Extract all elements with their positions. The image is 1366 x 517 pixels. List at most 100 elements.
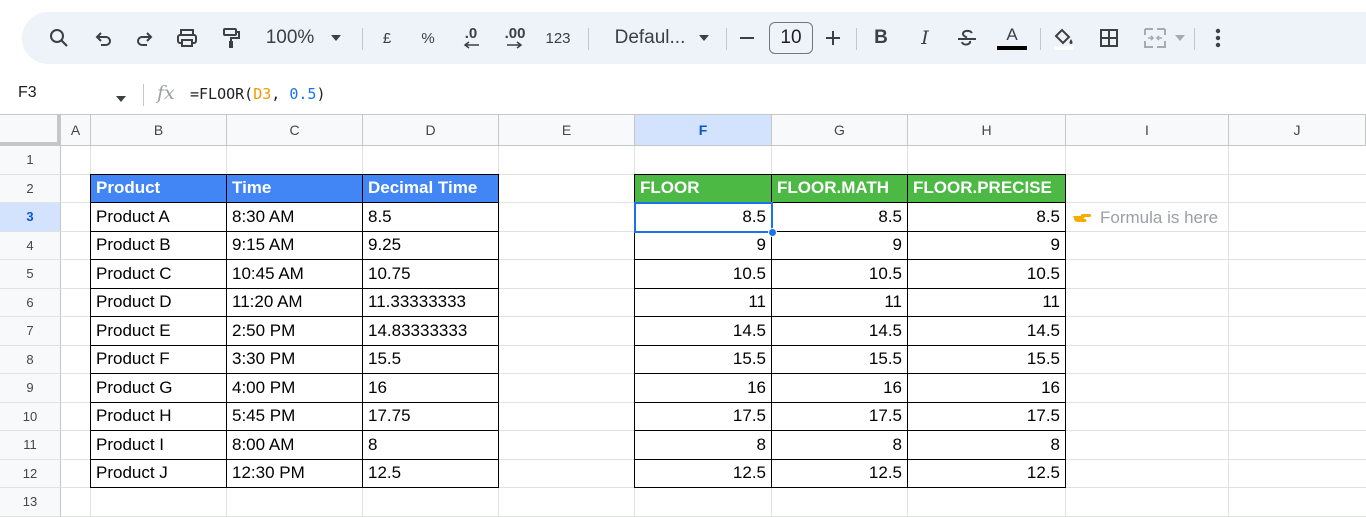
right-table-cell[interactable]: 16 bbox=[635, 374, 772, 403]
right-table-cell[interactable]: 8 bbox=[772, 431, 908, 460]
bold-button[interactable]: B bbox=[868, 12, 894, 64]
strikethrough-icon[interactable] bbox=[954, 12, 980, 64]
right-table-cell[interactable]: 12.5 bbox=[772, 459, 908, 488]
left-table-cell[interactable]: 10.75 bbox=[363, 260, 499, 289]
right-table-header[interactable]: FLOOR bbox=[635, 174, 772, 203]
left-table-cell[interactable]: 12:30 PM bbox=[227, 459, 363, 488]
right-table-header[interactable]: FLOOR.MATH bbox=[772, 174, 908, 203]
search-icon[interactable] bbox=[44, 12, 74, 64]
right-table-cell[interactable]: 8 bbox=[635, 431, 772, 460]
column-header-i[interactable]: I bbox=[1066, 115, 1229, 146]
left-table-cell[interactable]: 11.33333333 bbox=[363, 288, 499, 317]
row-header-12[interactable]: 12 bbox=[0, 459, 61, 488]
left-table-cell[interactable]: 10:45 AM bbox=[227, 260, 363, 289]
left-table-cell[interactable]: Product J bbox=[91, 459, 227, 488]
right-table-cell[interactable]: 11 bbox=[772, 288, 908, 317]
row-header-11[interactable]: 11 bbox=[0, 431, 61, 460]
left-table-cell[interactable]: 8 bbox=[363, 431, 499, 460]
right-table-cell[interactable]: 10.5 bbox=[908, 260, 1066, 289]
currency-format-button[interactable]: £ bbox=[374, 12, 400, 64]
right-table-header[interactable]: FLOOR.PRECISE bbox=[908, 174, 1066, 203]
row-header-8[interactable]: 8 bbox=[0, 345, 61, 374]
left-table-cell[interactable]: Product H bbox=[91, 402, 227, 431]
merge-cells-icon[interactable] bbox=[1138, 12, 1172, 64]
percent-format-button[interactable]: % bbox=[415, 12, 441, 64]
formula-input[interactable]: =FLOOR(D3, 0.5) bbox=[190, 85, 325, 103]
row-header-6[interactable]: 6 bbox=[0, 288, 61, 317]
font-family-select[interactable]: Defaul... bbox=[600, 12, 700, 64]
column-header-a[interactable]: A bbox=[61, 115, 91, 146]
fill-color-icon[interactable] bbox=[1048, 12, 1080, 64]
row-header-10[interactable]: 10 bbox=[0, 402, 61, 431]
left-table-cell[interactable]: 3:30 PM bbox=[227, 345, 363, 374]
column-header-h[interactable]: H bbox=[908, 115, 1066, 146]
font-size-input[interactable]: 10 bbox=[769, 22, 813, 54]
left-table-cell[interactable]: 9.25 bbox=[363, 231, 499, 260]
left-table-cell[interactable]: 5:45 PM bbox=[227, 402, 363, 431]
italic-button[interactable]: I bbox=[912, 12, 938, 64]
decrease-decimal-button[interactable]: .0 bbox=[456, 12, 486, 64]
column-header-j[interactable]: J bbox=[1229, 115, 1366, 146]
right-table-cell[interactable]: 8.5 bbox=[635, 203, 772, 232]
row-header-7[interactable]: 7 bbox=[0, 317, 61, 346]
column-header-f[interactable]: F bbox=[635, 115, 772, 146]
row-header-2[interactable]: 2 bbox=[0, 174, 61, 203]
row-header-5[interactable]: 5 bbox=[0, 260, 61, 289]
row-header-3[interactable]: 3 bbox=[0, 203, 61, 232]
left-table-cell[interactable]: Product B bbox=[91, 231, 227, 260]
right-table-cell[interactable]: 8.5 bbox=[908, 203, 1066, 232]
row-header-9[interactable]: 9 bbox=[0, 374, 61, 403]
right-table-cell[interactable]: 12.5 bbox=[908, 459, 1066, 488]
left-table-cell[interactable]: 9:15 AM bbox=[227, 231, 363, 260]
right-table-cell[interactable]: 17.5 bbox=[635, 402, 772, 431]
left-table-header[interactable]: Time bbox=[227, 174, 363, 203]
zoom-dropdown-icon[interactable] bbox=[326, 12, 346, 64]
column-header-d[interactable]: D bbox=[363, 115, 499, 146]
row-header-1[interactable]: 1 bbox=[0, 146, 61, 175]
right-table-cell[interactable]: 9 bbox=[772, 231, 908, 260]
more-formats-button[interactable]: 123 bbox=[540, 12, 576, 64]
left-table-cell[interactable]: 4:00 PM bbox=[227, 374, 363, 403]
left-table-cell[interactable]: 8.5 bbox=[363, 203, 499, 232]
right-table-cell[interactable]: 8 bbox=[908, 431, 1066, 460]
print-icon[interactable] bbox=[172, 12, 202, 64]
zoom-select[interactable]: 100% bbox=[260, 12, 320, 64]
name-box[interactable]: F3 bbox=[18, 84, 37, 102]
right-table-cell[interactable]: 17.5 bbox=[772, 402, 908, 431]
borders-icon[interactable] bbox=[1094, 12, 1124, 64]
redo-icon[interactable] bbox=[130, 12, 160, 64]
left-table-cell[interactable]: Product I bbox=[91, 431, 227, 460]
increase-decimal-button[interactable]: .00 bbox=[498, 12, 532, 64]
right-table-cell[interactable]: 16 bbox=[908, 374, 1066, 403]
column-header-b[interactable]: B bbox=[91, 115, 227, 146]
right-table-cell[interactable]: 14.5 bbox=[635, 317, 772, 346]
right-table-cell[interactable]: 14.5 bbox=[772, 317, 908, 346]
left-table-cell[interactable]: 8:30 AM bbox=[227, 203, 363, 232]
column-header-g[interactable]: G bbox=[772, 115, 908, 146]
left-table-cell[interactable]: 15.5 bbox=[363, 345, 499, 374]
right-table-cell[interactable]: 14.5 bbox=[908, 317, 1066, 346]
left-table-cell[interactable]: 14.83333333 bbox=[363, 317, 499, 346]
row-header-13[interactable]: 13 bbox=[0, 488, 61, 517]
column-header-c[interactable]: C bbox=[227, 115, 363, 146]
name-box-dropdown-icon[interactable] bbox=[115, 90, 127, 108]
right-table-cell[interactable]: 8.5 bbox=[772, 203, 908, 232]
left-table-cell[interactable]: Product E bbox=[91, 317, 227, 346]
paint-format-icon[interactable] bbox=[216, 12, 246, 64]
left-table-cell[interactable]: 12.5 bbox=[363, 459, 499, 488]
fill-handle[interactable] bbox=[768, 227, 777, 237]
text-color-button[interactable]: A bbox=[996, 12, 1028, 64]
left-table-cell[interactable]: Product A bbox=[91, 203, 227, 232]
left-table-header[interactable]: Product bbox=[91, 174, 227, 203]
decrease-font-size-icon[interactable] bbox=[736, 12, 758, 64]
right-table-cell[interactable]: 9 bbox=[908, 231, 1066, 260]
right-table-cell[interactable]: 17.5 bbox=[908, 402, 1066, 431]
right-table-cell[interactable]: 15.5 bbox=[908, 345, 1066, 374]
left-table-cell[interactable]: Product G bbox=[91, 374, 227, 403]
column-header-e[interactable]: E bbox=[499, 115, 635, 146]
right-table-cell[interactable]: 16 bbox=[772, 374, 908, 403]
left-table-cell[interactable]: Product F bbox=[91, 345, 227, 374]
right-table-cell[interactable]: 10.5 bbox=[772, 260, 908, 289]
right-table-cell[interactable]: 15.5 bbox=[635, 345, 772, 374]
left-table-cell[interactable]: Product C bbox=[91, 260, 227, 289]
